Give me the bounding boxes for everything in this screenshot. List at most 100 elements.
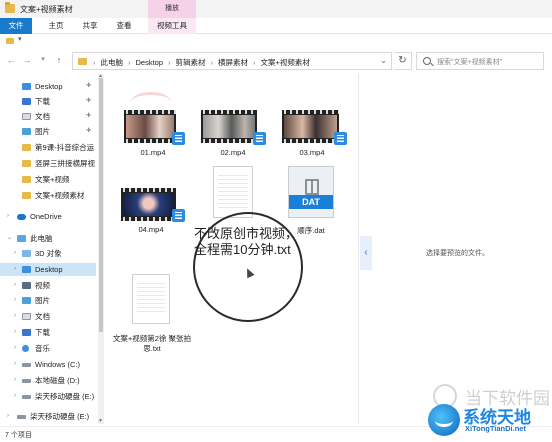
navigation-row: ← → ▾ ↑ › 此电脑 › Desktop › 剪辑素材 › 横屏素材 › 文案+视频素材 ⌄… bbox=[0, 50, 552, 72]
expand-chevron-icon[interactable]: › bbox=[14, 390, 16, 403]
preview-divider[interactable] bbox=[358, 74, 359, 424]
nav-item-label: 图片 bbox=[35, 296, 50, 305]
breadcrumb-chevron-icon: › bbox=[253, 58, 256, 67]
desktop-icon bbox=[22, 266, 31, 273]
expand-chevron-icon[interactable]: › bbox=[14, 279, 16, 292]
video-thumbnail bbox=[282, 110, 339, 143]
nav-item-label: 3D 对象 bbox=[35, 249, 62, 258]
address-bar[interactable]: › 此电脑 › Desktop › 剪辑素材 › 横屏素材 › 文案+视频素材 ⌄ bbox=[72, 52, 392, 70]
file-name: 03.mp4 bbox=[299, 148, 325, 157]
breadcrumb-item[interactable]: 此电脑 bbox=[101, 58, 124, 67]
nav-item-drive-c[interactable]: › Windows (C:) bbox=[0, 358, 96, 371]
title-bar: 文案+视频素材 播放 bbox=[0, 0, 552, 18]
breadcrumb-chevron-icon: › bbox=[128, 58, 131, 67]
nav-item-this-pc[interactable]: ⌄ 此电脑 bbox=[0, 232, 96, 245]
expand-chevron-icon[interactable]: › bbox=[14, 294, 16, 307]
search-input[interactable]: 搜索"文案+视频素材" bbox=[416, 52, 544, 70]
nav-item-pictures[interactable]: › 图片 bbox=[0, 294, 96, 307]
breadcrumb-item[interactable]: 剪辑素材 bbox=[176, 58, 206, 67]
preview-collapse-chevron-icon[interactable]: ‹ bbox=[360, 236, 372, 270]
nav-item-onedrive[interactable]: › OneDrive bbox=[0, 210, 96, 223]
expand-chevron-icon[interactable]: › bbox=[14, 310, 16, 323]
pin-icon: ✚ bbox=[86, 113, 92, 119]
back-arrow-icon[interactable]: ← bbox=[4, 53, 18, 67]
nav-item-label: Windows (C:) bbox=[35, 360, 81, 369]
nav-item-documents[interactable]: 文档 ✚ bbox=[0, 110, 96, 123]
nav-item-drive-e[interactable]: › 柒天移动硬盘 (E:) bbox=[0, 390, 96, 403]
scroll-down-arrow-icon[interactable]: ▼ bbox=[98, 418, 103, 424]
expand-chevron-icon[interactable]: ⌄ bbox=[7, 232, 12, 245]
nav-item-label: 文案+视频 bbox=[35, 175, 70, 184]
nav-item-label: 竖屏三拼接横屏视 bbox=[35, 159, 95, 168]
expand-chevron-icon[interactable]: › bbox=[14, 358, 16, 371]
tab-file[interactable]: 文件 bbox=[0, 18, 32, 34]
nav-item-documents[interactable]: › 文档 bbox=[0, 310, 96, 323]
scrollbar-thumb[interactable] bbox=[99, 78, 103, 332]
video-file-icon bbox=[172, 209, 185, 222]
nav-item-label: 文档 bbox=[35, 312, 50, 321]
expand-chevron-icon[interactable]: › bbox=[7, 210, 9, 223]
breadcrumb-chevron-icon: › bbox=[210, 58, 214, 67]
expand-chevron-icon[interactable]: › bbox=[14, 374, 16, 387]
drive-icon bbox=[22, 379, 31, 383]
folder-icon[interactable] bbox=[6, 38, 14, 44]
nav-item-3d-objects[interactable]: › 3D 对象 bbox=[0, 247, 96, 260]
chevron-down-icon[interactable]: ▾ bbox=[18, 35, 22, 43]
nav-item-label: 音乐 bbox=[35, 344, 50, 353]
quick-access-toolbar: ▾ bbox=[0, 34, 552, 48]
nav-item-label: 文档 bbox=[35, 112, 50, 121]
nav-item-label: 第9课-抖音综合运 bbox=[35, 143, 95, 152]
dat-file-icon: DAT bbox=[288, 166, 334, 218]
nav-item-drive-d[interactable]: › 本地磁盘 (D:) bbox=[0, 374, 96, 387]
expand-chevron-icon[interactable]: › bbox=[7, 410, 9, 423]
video-thumbnail bbox=[121, 188, 176, 221]
drive-icon bbox=[22, 363, 31, 367]
expand-chevron-icon[interactable]: › bbox=[14, 326, 16, 339]
nav-item-downloads[interactable]: › 下载 bbox=[0, 326, 96, 339]
folder-icon bbox=[22, 176, 31, 183]
nav-item-pictures[interactable]: 图片 ✚ bbox=[0, 125, 96, 138]
nav-item-music[interactable]: › 音乐 bbox=[0, 342, 96, 355]
computer-icon bbox=[17, 235, 26, 242]
text-file-icon bbox=[213, 166, 253, 218]
tab-video-tools[interactable]: 视频工具 bbox=[148, 18, 196, 34]
forward-arrow-icon[interactable]: → bbox=[20, 53, 34, 67]
video-file-icon bbox=[172, 132, 185, 145]
refresh-icon[interactable]: ↻ bbox=[394, 52, 412, 70]
folder-icon bbox=[5, 2, 15, 13]
expand-chevron-icon[interactable]: › bbox=[14, 247, 16, 260]
context-tab-header-label: 播放 bbox=[165, 5, 179, 12]
breadcrumb-item[interactable]: 横屏素材 bbox=[218, 58, 248, 67]
recent-locations-chevron-icon[interactable]: ▾ bbox=[36, 53, 50, 67]
music-icon bbox=[22, 345, 29, 352]
breadcrumb-item[interactable]: 文案+视频素材 bbox=[261, 58, 310, 67]
tab-home[interactable]: 主页 bbox=[44, 18, 68, 34]
onedrive-icon bbox=[17, 214, 26, 220]
nav-item-downloads[interactable]: 下载 ✚ bbox=[0, 95, 96, 108]
breadcrumb-item[interactable]: Desktop bbox=[136, 58, 164, 67]
expand-chevron-icon[interactable]: › bbox=[14, 342, 16, 355]
preview-message: 选择要预览的文件。 bbox=[426, 250, 489, 257]
search-placeholder: 搜索"文案+视频素材" bbox=[437, 59, 503, 66]
address-dropdown-chevron-icon[interactable]: ⌄ bbox=[380, 56, 387, 65]
dat-badge: DAT bbox=[289, 195, 333, 209]
nav-item-videos[interactable]: › 视频 bbox=[0, 279, 96, 292]
nav-item-folder[interactable]: 文案+视频素材 bbox=[0, 189, 96, 202]
nav-item-folder[interactable]: 竖屏三拼接横屏视 bbox=[0, 157, 96, 170]
nav-item-desktop-selected[interactable]: › Desktop bbox=[0, 263, 96, 276]
tab-share[interactable]: 共享 bbox=[78, 18, 102, 34]
pictures-icon bbox=[22, 128, 31, 135]
up-arrow-icon[interactable]: ↑ bbox=[52, 53, 66, 67]
nav-scrollbar[interactable]: ▲ ▼ bbox=[98, 73, 104, 424]
pictures-icon bbox=[22, 297, 31, 304]
nav-item-drive-e[interactable]: › 柒天移动硬盘 (E:) bbox=[0, 410, 96, 423]
tab-view[interactable]: 查看 bbox=[112, 18, 136, 34]
video-file-icon bbox=[253, 132, 266, 145]
expand-chevron-icon[interactable]: › bbox=[14, 263, 16, 276]
nav-item-desktop[interactable]: Desktop ✚ bbox=[0, 80, 96, 93]
nav-item-folder[interactable]: 文案+视频 bbox=[0, 173, 96, 186]
watermark-url: XiTongTianDi.net bbox=[465, 424, 526, 433]
nav-item-label: Desktop bbox=[35, 265, 63, 274]
nav-item-folder[interactable]: 第9课-抖音综合运 bbox=[0, 141, 96, 154]
video-file-icon bbox=[334, 132, 347, 145]
